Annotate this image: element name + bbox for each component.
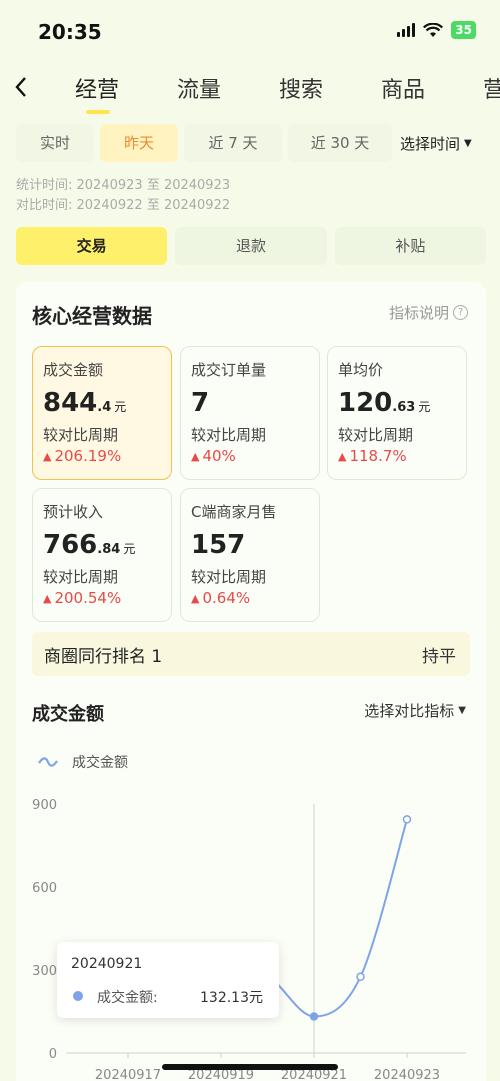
metric-label: 成交金额: [43, 361, 104, 379]
metric-value: 7: [191, 388, 309, 418]
status-time: 20:35: [38, 20, 102, 44]
status-icons: 35: [397, 21, 476, 39]
subtab-subsidy[interactable]: 补贴: [334, 227, 486, 265]
data-point: [402, 815, 412, 824]
metric-change: ▲ 118.7%: [338, 447, 456, 465]
metric-card-orders[interactable]: 成交订单量 7 较对比周期 ▲ 40%: [180, 346, 320, 480]
y-tick-label: 0: [49, 1047, 57, 1062]
metric-unit: 元: [114, 400, 127, 414]
chart-tooltip: 20240921 成交金额: 132.13元: [57, 942, 279, 1018]
metric-unit: 元: [418, 400, 431, 414]
metric-compare-label: 较对比周期: [338, 426, 414, 444]
range-30-days[interactable]: 近 30 天: [288, 124, 392, 162]
data-point: [356, 972, 365, 982]
tooltip-series-dot: [73, 991, 83, 1001]
sub-tabs: 交易 退款 补贴: [16, 227, 486, 265]
metric-change-value: 206.19%: [54, 447, 122, 465]
metric-value-dec: .4: [97, 400, 112, 415]
metric-compare-label: 较对比周期: [191, 426, 267, 444]
active-tab-indicator: [86, 110, 110, 114]
metric-value: 844.4 元: [43, 388, 161, 418]
date-range-row: 实时 昨天 近 7 天 近 30 天 选择时间 ▼: [16, 124, 486, 162]
compare-time-line: 对比时间: 20240922 至 20240922: [16, 198, 231, 213]
metric-value-int: 844: [43, 388, 98, 418]
y-tick-label: 900: [32, 798, 57, 813]
metric-compare-label: 较对比周期: [43, 426, 119, 444]
signal-icon: [397, 23, 416, 37]
metric-label: 单均价: [338, 361, 384, 379]
metric-card-gmv[interactable]: 成交金额 844.4 元 较对比周期 ▲ 206.19%: [32, 346, 172, 480]
range-yesterday[interactable]: 昨天: [100, 124, 178, 162]
battery-icon: 35: [451, 21, 476, 39]
stat-time-line: 统计时间: 20240923 至 20240923: [16, 178, 231, 193]
metric-label: 成交订单量: [191, 361, 267, 379]
home-indicator: [162, 1064, 338, 1070]
tab-traffic[interactable]: 流量: [162, 72, 264, 104]
subtab-trade[interactable]: 交易: [16, 227, 168, 265]
y-tick-label: 600: [32, 881, 57, 896]
tab-business[interactable]: 经营: [60, 72, 162, 104]
metric-change: ▲ 206.19%: [43, 447, 161, 465]
tooltip-date: 20240921: [71, 956, 143, 972]
metric-change-value: 118.7%: [349, 447, 407, 465]
tab-products[interactable]: 商品: [366, 72, 468, 104]
x-tick-label: 20240923: [374, 1068, 440, 1081]
nav-tabs: 经营 流量 搜索 商品 营: [60, 72, 500, 104]
range-realtime[interactable]: 实时: [16, 124, 94, 162]
metric-help-link[interactable]: 指标说明 ?: [389, 302, 468, 323]
status-bar: 20:35 35: [0, 0, 500, 60]
stat-period: 统计时间: 20240923 至 20240923 对比时间: 20240922…: [16, 176, 230, 216]
tab-search[interactable]: 搜索: [264, 72, 366, 104]
metric-value: 120.63 元: [338, 388, 456, 418]
top-nav: 经营 流量 搜索 商品 营: [0, 62, 500, 118]
range-7-days[interactable]: 近 7 天: [184, 124, 282, 162]
wifi-icon: [423, 22, 444, 37]
data-point: [309, 1012, 319, 1021]
metric-change: ▲ 40%: [191, 447, 309, 465]
core-title: 核心经营数据: [32, 304, 152, 328]
metric-help-label: 指标说明: [388, 304, 449, 322]
metric-change-value: 40%: [202, 447, 236, 465]
tooltip-label: 成交金额:: [97, 990, 158, 1006]
select-time-dropdown[interactable]: 选择时间 ▼: [400, 133, 472, 154]
metric-card-avg-price[interactable]: 单均价 120.63 元 较对比周期 ▲ 118.7%: [327, 346, 467, 480]
back-arrow-icon[interactable]: [14, 76, 40, 104]
tooltip-value: 132.13元: [200, 990, 263, 1006]
metric-value-dec: .63: [392, 400, 416, 415]
select-time-label: 选择时间: [400, 134, 461, 153]
question-circle-icon: ?: [453, 305, 468, 320]
up-arrow-icon: ▲: [191, 449, 200, 463]
subtab-refund[interactable]: 退款: [175, 227, 327, 265]
metric-value-int: 7: [191, 388, 210, 418]
x-tick-label: 20240917: [95, 1068, 161, 1081]
metric-value-int: 120: [338, 388, 393, 418]
y-tick-label: 300: [32, 964, 57, 979]
caret-down-icon: ▼: [464, 137, 472, 149]
tab-marketing[interactable]: 营: [468, 72, 500, 104]
up-arrow-icon: ▲: [338, 449, 347, 463]
up-arrow-icon: ▲: [43, 449, 52, 463]
